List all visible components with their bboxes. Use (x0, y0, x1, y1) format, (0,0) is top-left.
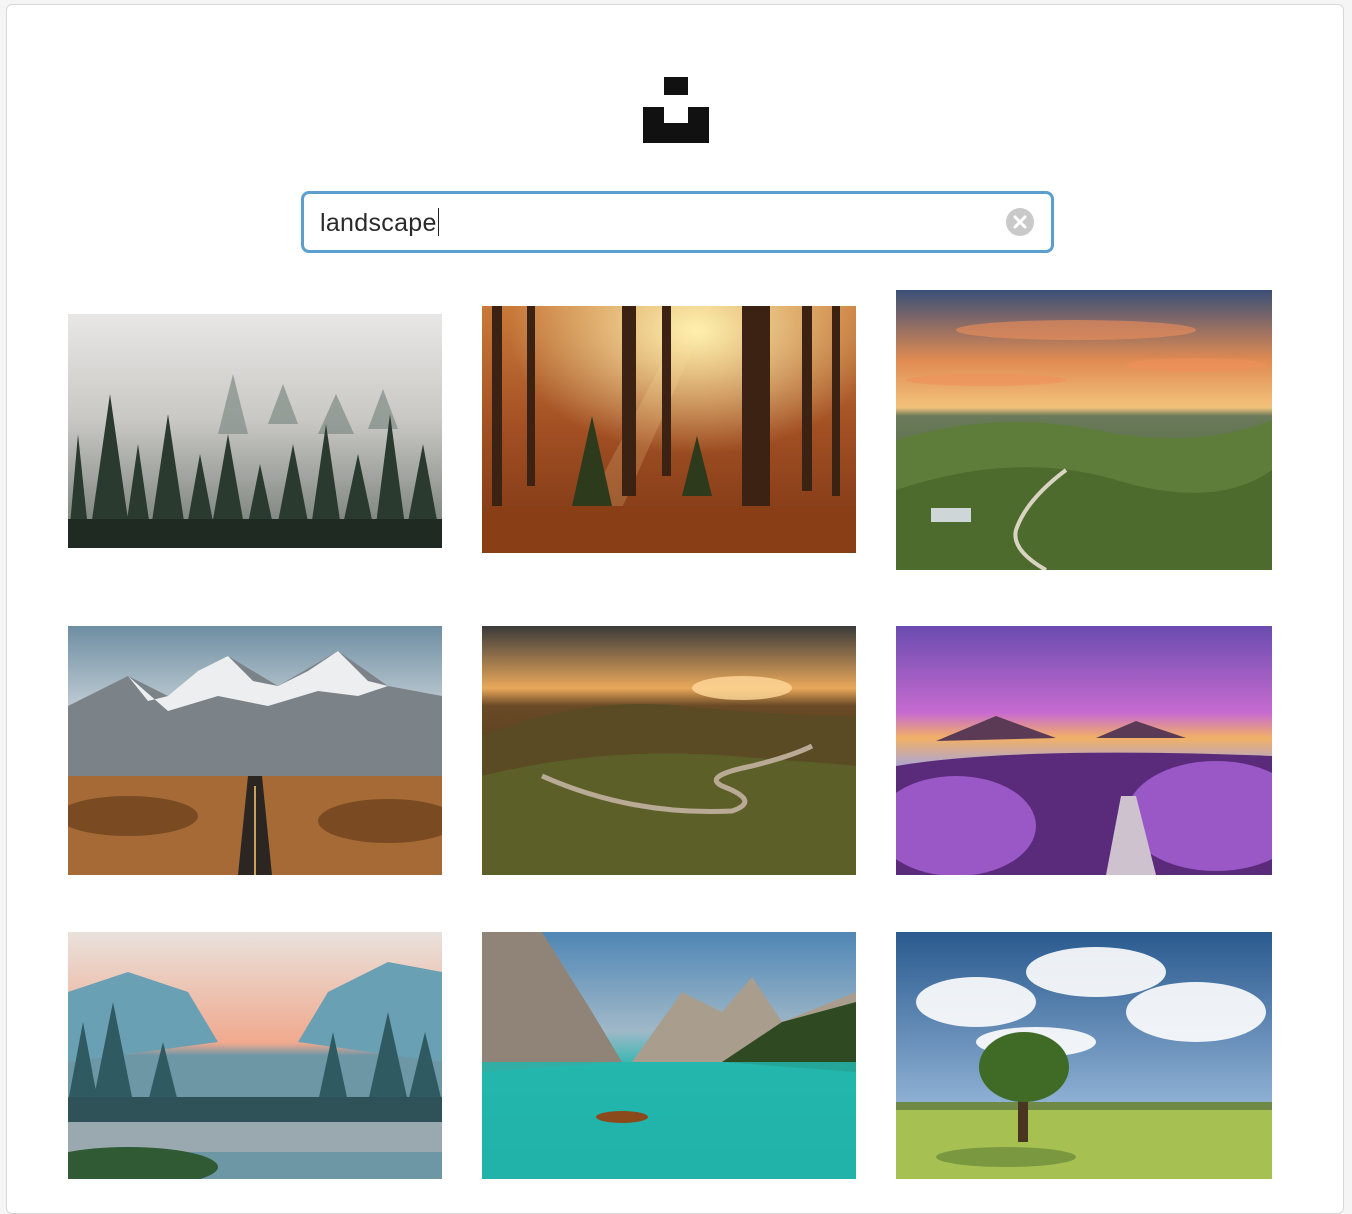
photo-turquoise-lake[interactable] (482, 932, 856, 1179)
photo-lavender-lake[interactable] (896, 626, 1272, 875)
text-caret (437, 208, 440, 236)
photo-valley-river[interactable] (68, 932, 442, 1179)
clear-x-icon[interactable] (1006, 208, 1034, 236)
photo-rolling-hills[interactable] (896, 290, 1272, 570)
photo-autumn-forest[interactable] (482, 306, 856, 553)
search-field[interactable]: landscape (301, 191, 1054, 253)
photo-misty-forest[interactable] (68, 314, 442, 548)
photo-snowy-mountains-road[interactable] (68, 626, 442, 875)
photo-winding-road-sunset[interactable] (482, 626, 856, 875)
photo-lone-tree[interactable] (896, 932, 1272, 1179)
search-input[interactable]: landscape (320, 208, 440, 238)
unsplash-logo-icon[interactable] (643, 77, 709, 143)
